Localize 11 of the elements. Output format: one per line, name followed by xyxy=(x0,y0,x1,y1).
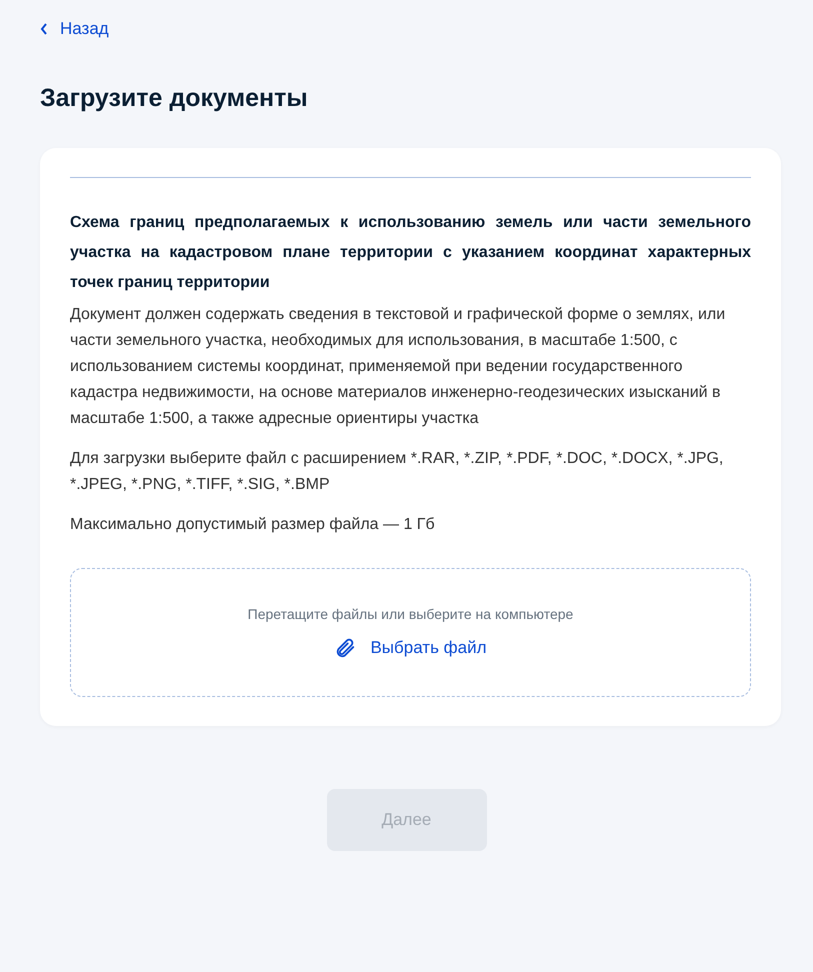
paperclip-icon xyxy=(334,637,356,659)
file-dropzone[interactable]: Перетащите файлы или выберите на компьютере Выбрать файл xyxy=(70,568,751,697)
document-description: Документ должен содержать сведения в текстовой и графической форме о землях, или части земельного участка, необходимых для использования, в масштабе 1:500, с использованием системы координат, применяемой при ведении государственного кадастра недвижимости, на основе материалов инженерно-геодезических изысканий в масштабе 1:500, а также адресные ориентиры участка xyxy=(70,305,726,429)
chevron-left-icon xyxy=(40,23,48,35)
document-heading: Схема границ предполагаемых к использованию земель или части земельного участка на кадастровом плане территории с указанием координат характерных точек границ территории xyxy=(70,213,751,293)
max-size-text: Максимально допустимый размер файла — 1 Гб xyxy=(70,515,436,535)
page-title: Загрузите документы xyxy=(40,83,309,114)
file-formats-text: Для загрузки выберите файл с расширением *.RAR, *.ZIP, *.PDF, *.DOC, *.DOCX, *.JPG, *.JPEG, *.PNG, *.TIFF, *.SIG, *.BMP xyxy=(70,449,724,495)
choose-file-button[interactable]: Выбрать файл xyxy=(334,635,487,661)
back-link[interactable]: Назад xyxy=(40,16,773,42)
dropzone-hint: Перетащите файлы или выберите на компьютере xyxy=(248,605,574,624)
